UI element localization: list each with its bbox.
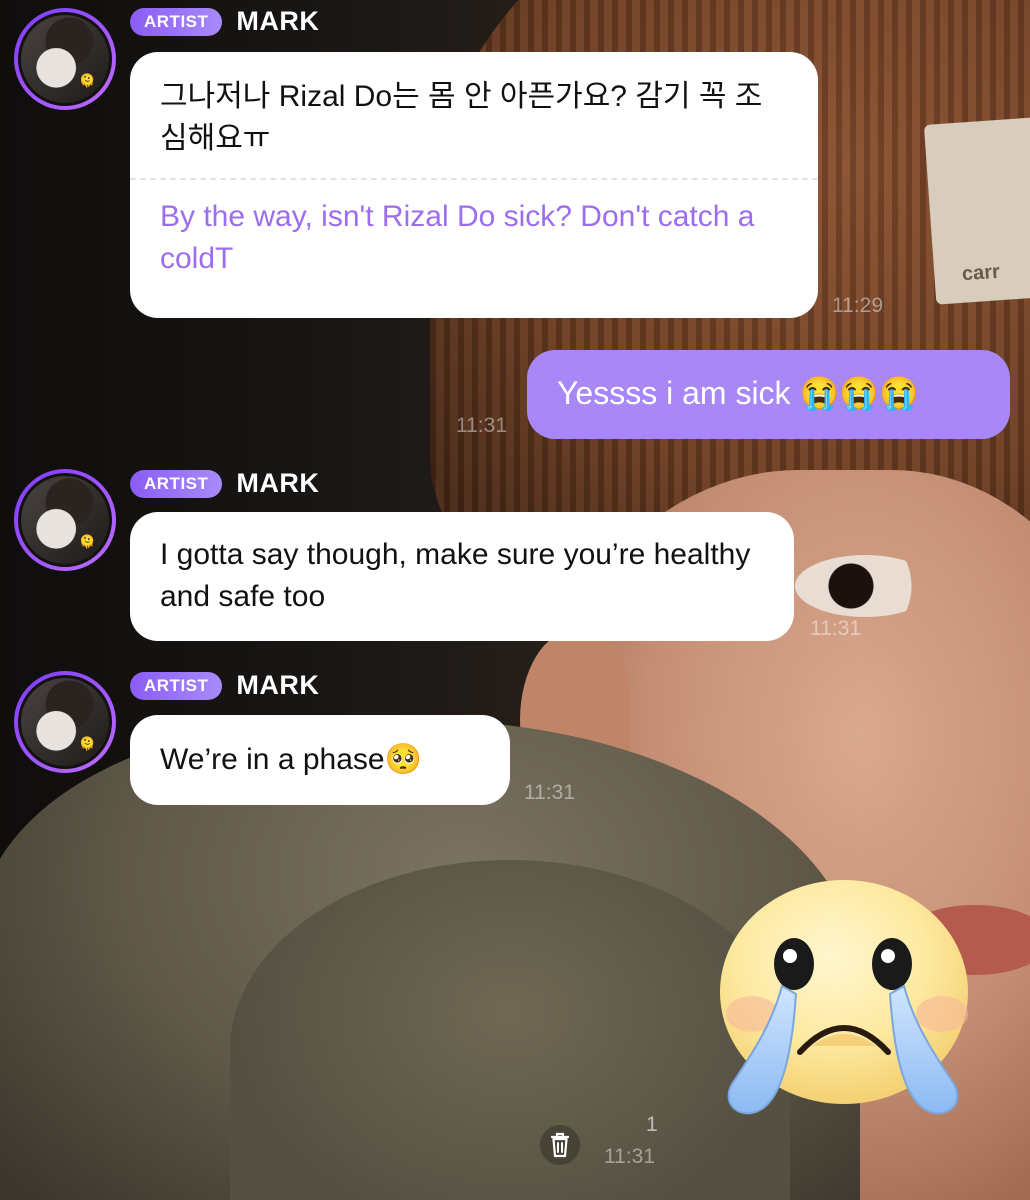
message-time: 11:31 (604, 1145, 655, 1168)
artist-badge: ARTIST (130, 7, 223, 36)
sender-name: MARK (236, 6, 320, 36)
translated-text: By the way, isn't Rizal Do sick? Don't c… (160, 200, 755, 275)
original-text: 그나저나 Rizal Do는 몸 안 아픈가요? 감기 꼭 조심해요ㅠ (160, 80, 763, 155)
trash-icon[interactable] (540, 1125, 580, 1165)
message-time: 11:31 (810, 617, 861, 640)
sender-row: ARTIST MARK (130, 6, 319, 37)
message-bubble[interactable]: 그나저나 Rizal Do는 몸 안 아픈가요? 감기 꼭 조심해요ㅠ By t… (130, 52, 818, 318)
message-bubble[interactable]: We’re in a phase🥺 (130, 715, 510, 805)
artist-avatar[interactable]: 🫠 (14, 671, 116, 773)
unread-count: 1 (646, 1113, 658, 1136)
message-time: 11:31 (456, 414, 507, 437)
sender-name: MARK (236, 670, 320, 700)
message-bubble[interactable]: I gotta say though, make sure you’re hea… (130, 512, 794, 641)
artist-avatar[interactable]: 🫠 (14, 8, 116, 110)
sent-text: Yessss i am sick 😭😭😭 (557, 375, 919, 411)
artist-badge: ARTIST (130, 469, 223, 498)
message-text: I gotta say though, make sure you’re hea… (160, 538, 751, 613)
sender-row: ARTIST MARK (130, 670, 319, 701)
message-time: 11:31 (524, 781, 575, 804)
sender-row: ARTIST MARK (130, 468, 319, 499)
artist-badge: ARTIST (130, 671, 223, 700)
translation-divider (130, 178, 818, 180)
artist-avatar[interactable]: 🫠 (14, 469, 116, 571)
crying-face-sticker[interactable] (712, 874, 982, 1124)
message-time: 11:29 (832, 294, 883, 317)
sender-name: MARK (236, 468, 320, 498)
sent-message-bubble[interactable]: Yessss i am sick 😭😭😭 (527, 350, 1010, 439)
message-text: We’re in a phase🥺 (160, 743, 422, 776)
